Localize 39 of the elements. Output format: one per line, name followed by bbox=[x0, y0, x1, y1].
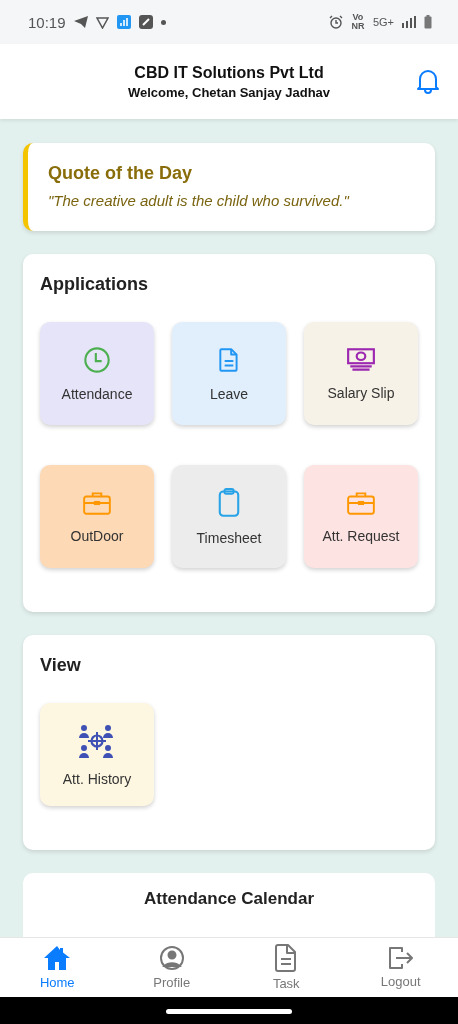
home-icon bbox=[43, 945, 72, 971]
profile-icon bbox=[158, 945, 185, 971]
dot-icon bbox=[160, 19, 166, 25]
nav-tab[interactable]: Logout bbox=[343, 938, 458, 997]
briefcase-icon bbox=[82, 489, 112, 516]
signal-icon bbox=[402, 16, 416, 28]
app-tile[interactable]: Att. Request bbox=[304, 465, 418, 568]
app-tile[interactable]: Leave bbox=[172, 322, 286, 425]
app-tile[interactable]: Attendance bbox=[40, 322, 154, 425]
quote-text: "The creative adult is the child who survived." bbox=[48, 192, 351, 209]
app-tile[interactable]: Timesheet bbox=[172, 465, 286, 568]
app-icon bbox=[138, 15, 153, 29]
quote-title: Quote of the Day bbox=[48, 163, 193, 184]
clipboard-icon bbox=[217, 487, 241, 518]
nav-tab[interactable]: Profile bbox=[114, 938, 229, 997]
company-name: CBD IT Solutions Pvt Ltd bbox=[134, 63, 324, 82]
nav-tab[interactable]: Task bbox=[229, 938, 344, 997]
network-type: 5G+ bbox=[372, 16, 394, 28]
app-tile[interactable]: Att. History bbox=[40, 703, 154, 806]
welcome-text: Welcome, Chetan Sanjay Jadhav bbox=[127, 84, 331, 100]
nav-tab[interactable]: Home bbox=[0, 938, 115, 997]
volte-indicator: Vo NR bbox=[350, 13, 365, 31]
clock-icon bbox=[83, 345, 111, 374]
section-title: Applications bbox=[40, 274, 149, 295]
clock-time: 10:19 bbox=[28, 13, 66, 31]
app-tile[interactable]: OutDoor bbox=[40, 465, 154, 568]
document-icon bbox=[275, 944, 298, 972]
people-target-icon bbox=[78, 722, 116, 759]
battery-icon bbox=[424, 15, 432, 29]
send-icon bbox=[73, 16, 88, 28]
chart-app-icon bbox=[116, 15, 131, 29]
app-tile[interactable]: Salary Slip bbox=[304, 322, 418, 425]
alarm-icon bbox=[328, 15, 343, 29]
notification-button[interactable] bbox=[416, 68, 440, 97]
logout-icon bbox=[387, 946, 414, 970]
calendar-title: Attendance Calendar bbox=[143, 889, 314, 908]
banknote-icon bbox=[346, 346, 376, 373]
briefcase-icon bbox=[346, 489, 376, 516]
section-title: View bbox=[40, 655, 82, 676]
